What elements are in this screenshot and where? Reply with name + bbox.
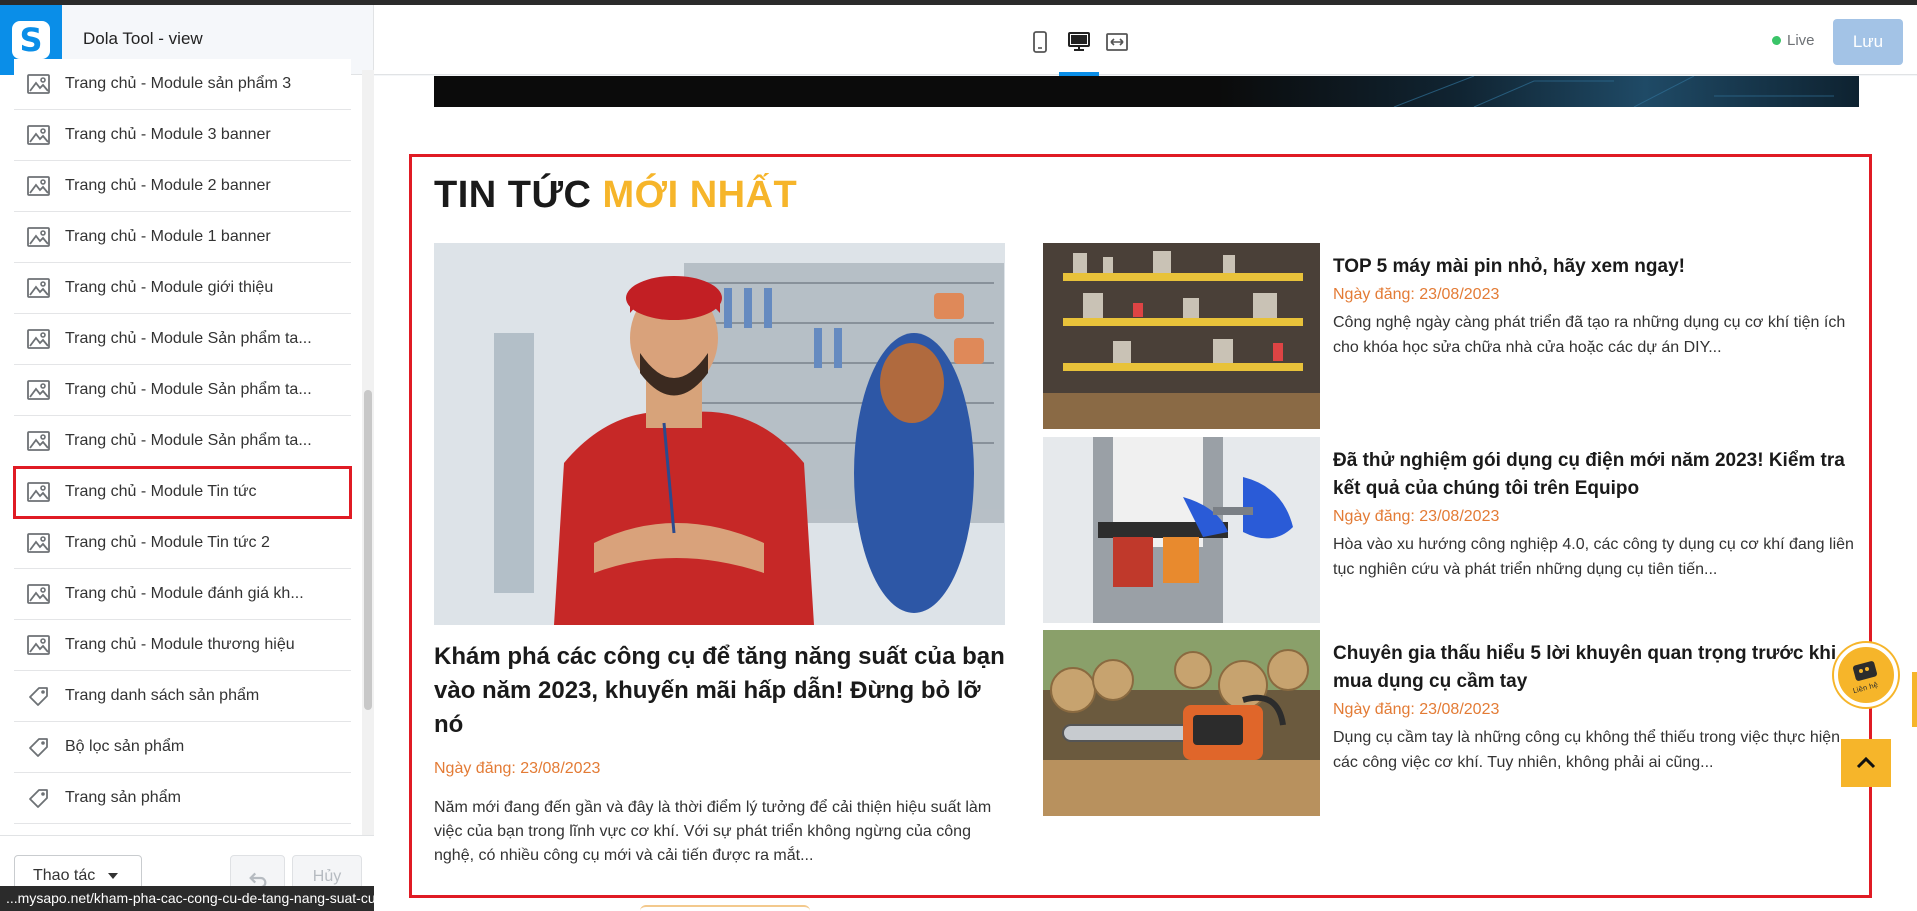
featured-article-image[interactable] — [434, 243, 1005, 625]
app-root: S Dola Tool - view Trang chủ - Module sả… — [0, 0, 1917, 911]
sidebar-module-item[interactable]: Trang chủ - Module Tin tức — [13, 466, 352, 519]
image-icon — [26, 582, 52, 606]
image-icon — [26, 123, 52, 147]
news-item[interactable]: Đã thử nghiệm gói dụng cụ điện mới năm 2… — [1043, 437, 1858, 623]
sidebar-module-label: Trang chủ - Module thương hiệu — [65, 636, 295, 653]
previous-banner-image — [434, 75, 1859, 108]
news-item-title[interactable]: Đã thử nghiệm gói dụng cụ điện mới năm 2… — [1333, 447, 1858, 503]
actions-label: Thao tác — [33, 867, 96, 884]
sidebar-module-item[interactable]: Trang chủ - Module 1 banner — [14, 212, 351, 263]
sidebar-module-label: Trang chủ - Module 3 banner — [65, 126, 271, 143]
news-item-date: Ngày đăng: 23/08/2023 — [1333, 286, 1500, 303]
mobile-icon — [1033, 31, 1047, 53]
sidebar-module-item[interactable]: Trang chủ - Module 2 banner — [14, 161, 351, 212]
news-item-title[interactable]: Chuyên gia thấu hiểu 5 lời khuyên quan t… — [1333, 640, 1858, 696]
module-menu: Trang chủ - Module sản phẩm 3 Trang chủ -… — [13, 59, 352, 875]
next-section-edge — [640, 905, 810, 911]
chat-bubble-icon: Liên hệ — [1852, 661, 1879, 695]
preview-edge-marker — [1912, 672, 1917, 727]
image-icon — [26, 378, 52, 402]
news-section-title: TIN TỨC MỚI NHẤT — [434, 174, 797, 217]
news-item-date: Ngày đăng: 23/08/2023 — [1333, 508, 1500, 525]
title-main: TIN TỨC — [434, 174, 592, 216]
sidebar-module-item[interactable]: Trang chủ - Module Sản phẩm ta... — [14, 365, 351, 416]
sidebar-module-item[interactable]: Trang sản phẩm — [14, 773, 351, 824]
contact-chat-button[interactable]: Liên hệ — [1834, 643, 1898, 707]
news-item-date: Ngày đăng: 23/08/2023 — [1333, 701, 1500, 718]
tag-icon — [26, 786, 52, 810]
news-item-image[interactable] — [1043, 437, 1320, 623]
news-item[interactable]: Chuyên gia thấu hiểu 5 lời khuyên quan t… — [1043, 630, 1858, 816]
sidebar-module-label: Trang chủ - Module 1 banner — [65, 228, 271, 245]
image-icon — [26, 633, 52, 657]
caret-down-icon — [107, 872, 118, 879]
sidebar-module-label: Trang chủ - Module 2 banner — [65, 177, 271, 194]
sidebar-module-label: Trang chủ - Module Sản phẩm ta... — [65, 381, 312, 398]
live-dot-icon — [1772, 36, 1781, 45]
news-item-image[interactable] — [1043, 243, 1320, 429]
news-item-excerpt: Hòa vào xu hướng công nghiệp 4.0, các cô… — [1333, 536, 1854, 578]
chevron-up-icon — [1856, 756, 1876, 769]
image-icon — [26, 72, 52, 96]
news-item[interactable]: TOP 5 máy mài pin nhỏ, hãy xem ngay! Ngà… — [1043, 243, 1858, 429]
sidebar-module-item[interactable]: Trang chủ - Module Sản phẩm ta... — [14, 416, 351, 467]
sidebar-module-label: Trang chủ - Module sản phẩm 3 — [65, 75, 292, 92]
title-accent: MỚI NHẤT — [602, 174, 798, 216]
app-title: Dola Tool - view — [83, 29, 203, 48]
sidebar-module-item[interactable]: Trang chủ - Module Sản phẩm ta... — [14, 314, 351, 365]
sidebar: S Dola Tool - view Trang chủ - Module sả… — [0, 5, 374, 911]
desktop-view-button[interactable] — [1066, 29, 1092, 55]
sidebar-module-item[interactable]: Trang danh sách sản phẩm — [14, 671, 351, 722]
sidebar-module-label: Trang chủ - Module Sản phẩm ta... — [65, 330, 312, 347]
chat-label: Liên hệ — [1852, 681, 1879, 695]
image-icon — [26, 276, 52, 300]
sidebar-module-label: Trang chủ - Module Sản phẩm ta... — [65, 432, 312, 449]
sidebar-module-item[interactable]: Trang chủ - Module Tin tức 2 — [14, 518, 351, 569]
banner-circuit-lines — [1393, 75, 1834, 108]
news-item-excerpt: Dụng cụ cầm tay là những công cụ không t… — [1333, 729, 1841, 771]
news-item-title[interactable]: TOP 5 máy mài pin nhỏ, hãy xem ngay! — [1333, 253, 1858, 281]
featured-article-date: Ngày đăng: 23/08/2023 — [434, 760, 601, 777]
image-icon — [26, 480, 52, 504]
news-item-image[interactable] — [1043, 630, 1320, 816]
back-to-top-button[interactable] — [1841, 739, 1891, 787]
tag-icon — [26, 735, 52, 759]
fullwidth-icon — [1106, 33, 1128, 51]
sidebar-module-item[interactable]: Trang chủ - Module thương hiệu — [14, 620, 351, 671]
tag-icon — [26, 684, 52, 708]
featured-article-title[interactable]: Khám phá các công cụ để tăng năng suất c… — [434, 640, 1014, 742]
image-icon — [26, 174, 52, 198]
sidebar-scrollbar-thumb[interactable] — [364, 390, 372, 710]
sidebar-module-label: Trang chủ - Module đánh giá kh... — [65, 585, 304, 602]
live-label: Live — [1787, 32, 1815, 49]
news-item-excerpt: Công nghệ ngày càng phát triển đã tạo ra… — [1333, 314, 1846, 356]
sidebar-module-item[interactable]: Trang chủ - Module sản phẩm 3 — [14, 59, 351, 110]
sidebar-module-label: Trang chủ - Module Tin tức 2 — [65, 534, 270, 551]
image-icon — [26, 327, 52, 351]
editor-topbar — [374, 5, 1917, 75]
sidebar-module-label: Trang chủ - Module giới thiệu — [65, 279, 274, 296]
logo-letter: S — [12, 21, 50, 59]
sidebar-module-item[interactable]: Bộ lọc sản phẩm — [14, 722, 351, 773]
save-button[interactable]: Lưu — [1833, 19, 1903, 65]
image-icon — [26, 531, 52, 555]
featured-article-excerpt: Năm mới đang đến gần và đây là thời điểm… — [434, 799, 992, 864]
fullwidth-view-button[interactable] — [1104, 29, 1130, 55]
sidebar-module-item[interactable]: Trang chủ - Module giới thiệu — [14, 263, 351, 314]
desktop-icon — [1068, 32, 1090, 51]
image-icon — [26, 429, 52, 453]
mobile-view-button[interactable] — [1027, 29, 1053, 55]
image-icon — [26, 225, 52, 249]
live-status: Live — [1772, 32, 1815, 49]
sidebar-module-item[interactable]: Trang chủ - Module 3 banner — [14, 110, 351, 161]
sidebar-module-item[interactable]: Trang chủ - Module đánh giá kh... — [14, 569, 351, 620]
sidebar-module-label: Trang chủ - Module Tin tức — [65, 483, 257, 500]
sidebar-module-label: Bộ lọc sản phẩm — [65, 738, 185, 755]
sidebar-module-label: Trang danh sách sản phẩm — [65, 687, 260, 704]
sidebar-module-label: Trang sản phẩm — [65, 789, 181, 806]
